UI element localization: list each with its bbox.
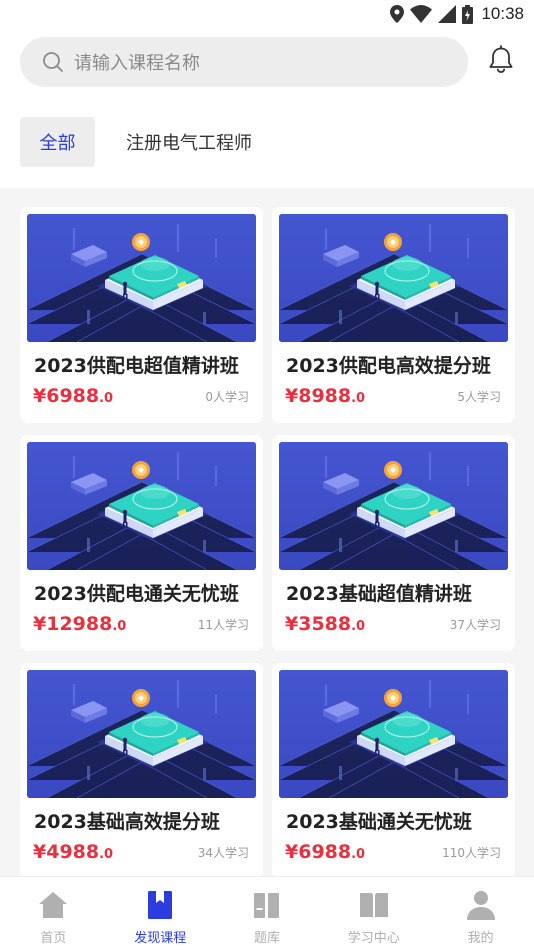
nav-item-study-center[interactable]: 学习中心 [320,877,427,950]
price-decimal: .0 [112,619,127,634]
course-title: 2023供配电超值精讲班 [34,355,239,377]
price-amount: ¥6988 [33,385,100,407]
category-tab-all[interactable]: 全部 [20,117,95,167]
search-input[interactable]: 请输入课程名称 [20,37,468,87]
course-price: ¥6988.0 [285,841,365,863]
status-icons: 10:38 [390,4,524,24]
course-title: 2023基础通关无忧班 [286,811,472,833]
nav-item-profile[interactable]: 我的 [427,877,534,950]
bottom-nav: 首页 发现课程 题库 学习中心 我的 [0,876,534,950]
person-icon [466,891,495,920]
price-decimal: .0 [351,391,366,406]
learner-count: 34人学习 [197,846,249,860]
course-card[interactable]: 2023供配电高效提分班 ¥8988.0 5人学习 [272,207,515,423]
course-card[interactable]: 2023基础通关无忧班 ¥6988.0 110人学习 [272,663,515,876]
course-thumbnail [27,214,256,342]
nav-item-discover-courses[interactable]: 发现课程 [107,877,214,950]
learner-count: 0人学习 [205,390,249,404]
nav-item-question-bank[interactable]: 题库 [214,877,321,950]
price-amount: ¥4988 [33,841,100,863]
nav-label: 我的 [467,931,494,946]
open-book-icon [359,893,388,918]
status-bar: 10:38 [0,0,534,28]
wifi-icon [410,5,433,23]
search-icon [43,52,63,72]
price-amount: ¥3588 [285,613,352,635]
learner-count: 11人学习 [197,618,249,632]
course-card[interactable]: 2023供配电通关无忧班 ¥12988.0 11人学习 [20,435,263,651]
nav-label: 学习中心 [347,931,400,946]
nav-item-home[interactable]: 首页 [0,877,107,950]
course-title: 2023供配电高效提分班 [286,355,491,377]
course-price: ¥12988.0 [33,613,126,635]
course-card[interactable]: 2023基础超值精讲班 ¥3588.0 37人学习 [272,435,515,651]
books-icon [253,893,279,918]
price-decimal: .0 [99,391,114,406]
price-decimal: .0 [351,619,366,634]
price-amount: ¥6988 [285,841,352,863]
status-time: 10:38 [481,4,524,23]
home-icon [39,892,68,918]
category-tab-electrical-engineer[interactable]: 注册电气工程师 [126,117,252,167]
nav-label: 首页 [40,931,67,946]
course-price: ¥4988.0 [33,841,113,863]
course-thumbnail [27,670,256,798]
location-icon [390,5,405,23]
course-title: 2023基础高效提分班 [34,811,220,833]
price-amount: ¥12988 [33,613,113,635]
nav-label: 题库 [253,931,280,946]
course-title: 2023供配电通关无忧班 [34,583,239,605]
course-card[interactable]: 2023供配电超值精讲班 ¥6988.0 0人学习 [20,207,263,423]
course-card[interactable]: 2023基础高效提分班 ¥4988.0 34人学习 [20,663,263,876]
signal-icon [438,5,457,23]
course-thumbnail [279,214,508,342]
course-title: 2023基础超值精讲班 [286,583,472,605]
learner-count: 5人学习 [457,390,501,404]
search-placeholder: 请输入课程名称 [74,53,200,74]
course-thumbnail [27,442,256,570]
course-price: ¥8988.0 [285,385,365,407]
learner-count: 37人学习 [449,618,501,632]
course-price: ¥6988.0 [33,385,113,407]
course-price: ¥3588.0 [285,613,365,635]
price-decimal: .0 [351,847,366,862]
price-amount: ¥8988 [285,385,352,407]
course-thumbnail [279,442,508,570]
price-decimal: .0 [99,847,114,862]
bookmark-icon [148,891,173,919]
course-thumbnail [279,670,508,798]
bell-icon[interactable] [486,45,516,75]
battery-icon [462,4,474,24]
learner-count: 110人学习 [442,846,501,860]
course-grid: 2023供配电超值精讲班 ¥6988.0 0人学习 2023供配电高效提分班 ¥… [0,188,534,876]
nav-label: 发现课程 [134,931,187,946]
